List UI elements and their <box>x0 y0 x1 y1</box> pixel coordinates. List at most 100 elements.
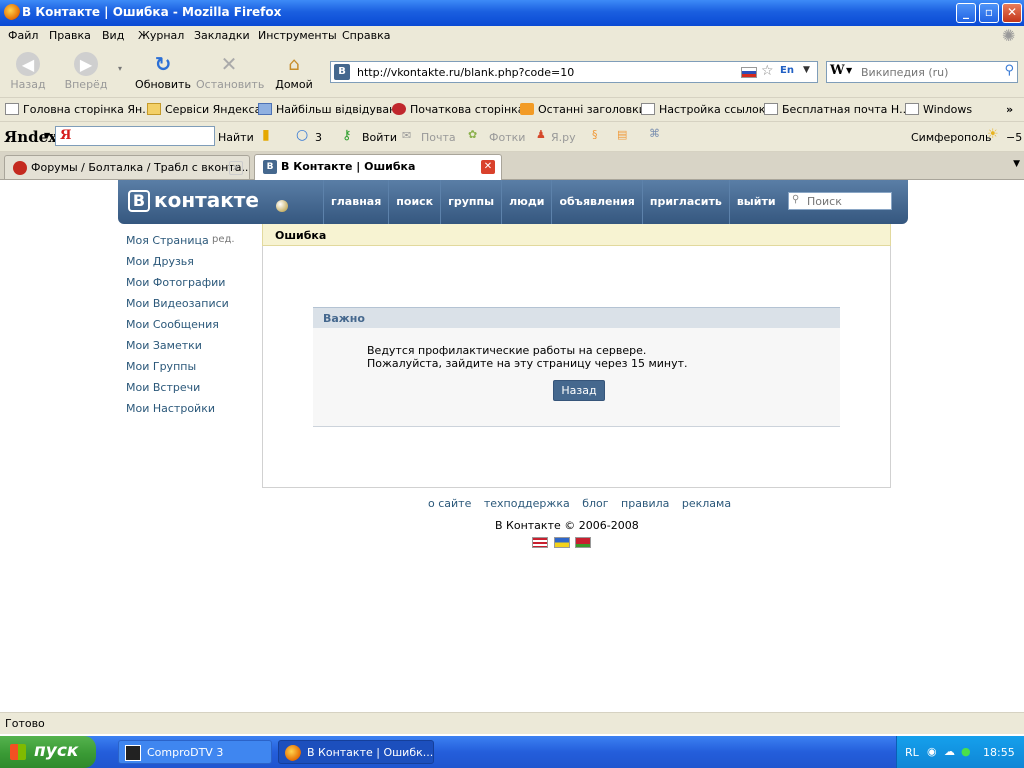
menu-file[interactable]: Файл <box>8 29 38 42</box>
bookmark-item[interactable]: Windows <box>905 103 972 116</box>
belarus-flag-icon[interactable] <box>575 537 591 548</box>
login-key-icon: ⚷ <box>342 128 352 143</box>
weather-temperature[interactable]: −5 <box>1006 131 1022 144</box>
yandex-find-button[interactable]: Найти <box>218 131 254 144</box>
yandex-menu-dropdown-icon[interactable]: ▼ <box>44 131 50 140</box>
menu-my-settings[interactable]: Мои Настройки <box>126 402 256 423</box>
task-firefox[interactable]: В Контакте | Ошибк... <box>278 740 434 764</box>
search-input[interactable] <box>859 64 997 80</box>
vk-search-box[interactable]: ⚲ <box>788 192 892 210</box>
tab-close-icon[interactable]: ✕ <box>481 160 495 174</box>
menu-bookmarks[interactable]: Закладки <box>194 29 250 42</box>
nav-groups[interactable]: группы <box>440 180 501 224</box>
menu-help[interactable]: Справка <box>342 29 390 42</box>
language-indicator[interactable]: En <box>780 65 794 76</box>
reload-button[interactable]: ↻ Обновить <box>134 52 192 91</box>
menu-my-messages[interactable]: Мои Сообщения <box>126 318 256 339</box>
yandex-photos-link[interactable]: Фотки <box>489 131 525 144</box>
search-engine-dropdown-icon[interactable]: ▼ <box>846 66 852 75</box>
maximize-button[interactable]: ▫ <box>979 3 999 23</box>
menu-my-friends[interactable]: Мои Друзья <box>126 255 256 276</box>
tab-vkontakte[interactable]: B В Контакте | Ошибка ✕ <box>254 154 502 180</box>
menu-history[interactable]: Журнал <box>138 29 184 42</box>
messenger-icon[interactable]: ☁ <box>944 745 955 758</box>
menu-my-photos[interactable]: Мои Фотографии <box>126 276 256 297</box>
bookmarks-overflow-icon[interactable]: » <box>1006 103 1013 116</box>
weather-city[interactable]: Симферополь <box>911 131 991 144</box>
menu-my-videos[interactable]: Мои Видеозаписи <box>126 297 256 318</box>
vk-logo-letter: В <box>128 190 150 212</box>
url-dropdown-icon[interactable]: ▼ <box>803 65 810 75</box>
edit-link[interactable]: ред. <box>212 234 235 245</box>
bookmark-item[interactable]: Найбільш відвідувані <box>258 103 399 116</box>
notice-line-2: Пожалуйста, зайдите на эту страницу чере… <box>367 357 688 370</box>
menu-my-notes[interactable]: Мои Заметки <box>126 339 256 360</box>
wikipedia-icon[interactable]: W <box>830 63 845 78</box>
vk-search-input[interactable] <box>805 194 889 208</box>
nav-logout[interactable]: выйти <box>728 180 783 224</box>
comments-count[interactable]: 3 <box>315 131 322 144</box>
bookmark-item[interactable]: Головна сторінка Ян... <box>5 103 153 116</box>
footer-blog-link[interactable]: блог <box>582 497 608 510</box>
nav-invite[interactable]: пригласить <box>641 180 729 224</box>
bookmark-star-icon[interactable]: ☆ <box>761 63 774 79</box>
stop-button[interactable]: ✕ Остановить <box>196 52 264 91</box>
nav-search[interactable]: поиск <box>388 180 440 224</box>
footer-links: о сайте техподдержка блог правила реклам… <box>428 497 740 510</box>
error-title: Ошибка <box>275 229 327 242</box>
signal-bars-icon[interactable]: ▮ <box>262 127 270 143</box>
history-dropdown-icon[interactable]: ▾ <box>118 64 122 73</box>
language-indicator[interactable]: RL <box>905 746 919 759</box>
bookmark-item[interactable]: Настройка ссылок <box>641 103 765 116</box>
comments-icon[interactable]: ○ <box>296 127 308 143</box>
forward-button[interactable]: ▶ Вперёд <box>62 52 110 91</box>
yandex-search-field[interactable]: Я <box>55 126 215 146</box>
footer-about-link[interactable]: о сайте <box>428 497 471 510</box>
back-button[interactable]: Назад <box>553 380 605 401</box>
tab-close-icon[interactable]: ✕ <box>229 161 243 175</box>
bookmark-item[interactable]: Початкова сторінка <box>392 103 525 116</box>
bookmark-item[interactable]: Останні заголовки <box>520 103 646 116</box>
close-window-button[interactable]: ✕ <box>1002 3 1022 23</box>
clock[interactable]: 18:55 <box>983 746 1015 759</box>
menu-my-groups[interactable]: Мои Группы <box>126 360 256 381</box>
menu-tools[interactable]: Инструменты <box>258 29 337 42</box>
nav-ads[interactable]: объявления <box>551 180 641 224</box>
nav-people[interactable]: люди <box>501 180 551 224</box>
footer-support-link[interactable]: техподдержка <box>484 497 570 510</box>
menu-my-events[interactable]: Мои Встречи <box>126 381 256 402</box>
translate-icon[interactable]: ⌘ <box>649 127 660 140</box>
address-bar[interactable]: B ☆ En ▼ <box>330 61 818 83</box>
task-comprodtv[interactable]: ComproDTV 3 <box>118 740 272 764</box>
yandex-yaru-link[interactable]: Я.ру <box>551 131 576 144</box>
ukraine-flag-icon[interactable] <box>553 537 570 548</box>
menu-edit[interactable]: Правка <box>49 29 91 42</box>
forward-arrow-icon: ▶ <box>74 52 98 76</box>
back-button[interactable]: ◀ Назад <box>10 52 46 91</box>
url-input[interactable] <box>355 64 735 80</box>
nav-home[interactable]: главная <box>323 180 388 224</box>
bookmark-item[interactable]: Сервіси Яндекса <box>147 103 261 116</box>
footer-ads-link[interactable]: реклама <box>682 497 731 510</box>
footer-rules-link[interactable]: правила <box>621 497 669 510</box>
start-button[interactable]: пуск <box>0 736 96 768</box>
tab-forums[interactable]: Форумы / Болталка / Трабл с вконта... ✕ <box>4 155 250 179</box>
widgets-icon[interactable]: § <box>592 128 598 141</box>
vk-logo[interactable]: Вконтакте <box>128 188 259 212</box>
tab-list-dropdown-icon[interactable]: ▼ <box>1013 159 1020 169</box>
us-flag-icon[interactable] <box>532 537 548 548</box>
network-icon[interactable]: ◉ <box>927 745 937 758</box>
bookmark-item[interactable]: Бесплатная почта Н... <box>764 103 910 116</box>
yandex-login-button[interactable]: Войти <box>362 131 397 144</box>
status-bar: Готово <box>0 712 1024 734</box>
yandex-mail-link[interactable]: Почта <box>421 131 456 144</box>
home-button[interactable]: ⌂ Домой <box>274 52 314 92</box>
menu-view[interactable]: Вид <box>102 29 124 42</box>
icq-icon[interactable]: ● <box>961 745 971 758</box>
search-bar[interactable]: W ▼ ⚲ <box>826 61 1018 83</box>
minimize-button[interactable]: _ <box>956 3 976 23</box>
search-icon[interactable]: ⚲ <box>1004 63 1014 78</box>
menu-my-page[interactable]: Моя Страница ред. <box>126 234 256 255</box>
home-icon: ⌂ <box>288 53 300 75</box>
folder-tools-icon[interactable]: ▤ <box>617 128 627 141</box>
